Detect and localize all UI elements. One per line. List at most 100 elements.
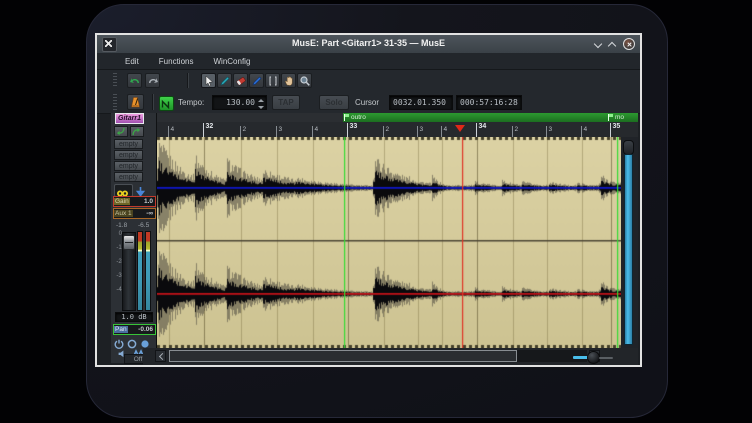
vu-meter-right <box>145 231 151 311</box>
part-list-item[interactable]: empty <box>114 150 143 160</box>
automation-mode-value: Off <box>134 356 143 363</box>
tap-button[interactable]: TAP <box>272 95 300 110</box>
marker-flag-icon[interactable] <box>344 114 345 121</box>
redo-button[interactable] <box>145 73 160 88</box>
cursor-time-field[interactable]: 000:57:16:28 <box>456 95 522 110</box>
wave-editor-window: MusE: Part <Gitarr1> 31-35 — MusE Edit F… <box>95 33 642 367</box>
part-list-item[interactable]: empty <box>114 172 143 182</box>
part-name: Gitarr1 <box>118 115 141 122</box>
volume-fader[interactable] <box>122 232 136 311</box>
ruler-beat-tick: 3 <box>417 126 423 137</box>
ruler-beat-tick: 3 <box>276 126 282 137</box>
menu-functions[interactable]: Functions <box>159 57 194 66</box>
ruler-beat-tick: 2 <box>512 126 518 137</box>
pan-hand-icon <box>283 75 295 87</box>
vscroll-track[interactable] <box>624 154 633 345</box>
part-list-label: empty <box>119 163 138 170</box>
fader-section: 0 -12 -24 -36 -48 <box>111 231 156 311</box>
part-list-label: empty <box>119 141 138 148</box>
cursor-time-value: 000:57:16:28 <box>460 98 518 107</box>
aux-send-control[interactable]: Aux 1 -∞ <box>113 208 156 219</box>
next-part-arrow-icon <box>132 127 142 136</box>
zoom-slider-track[interactable] <box>573 356 588 359</box>
gain-control[interactable]: Gain 1.0 <box>113 196 156 207</box>
route-down-button[interactable] <box>135 184 147 195</box>
record-button[interactable] <box>127 336 138 346</box>
prev-part-button[interactable] <box>114 126 128 137</box>
part-name-tab[interactable]: Gitarr1 <box>115 113 144 124</box>
horizontal-scroll-row <box>143 348 638 365</box>
cursor-bbt-field[interactable]: 0032.01.350 <box>389 95 453 110</box>
toolbar-separator <box>152 94 153 110</box>
line-draw-tool-button[interactable] <box>249 73 264 88</box>
peak-db-right: -6.5 <box>138 222 149 229</box>
scroll-left-icon[interactable] <box>155 350 166 362</box>
tempo-label: Tempo: <box>178 98 204 107</box>
window-title: MusE: Part <Gitarr1> 31-35 — MusE <box>97 38 640 48</box>
solo-dot-button[interactable] <box>140 336 151 346</box>
ruler-beat-tick: 4 <box>168 126 174 137</box>
pointer-tool-icon <box>203 75 215 87</box>
pointer-tool-button[interactable] <box>201 73 216 88</box>
vertical-scrollbar[interactable] <box>621 137 638 348</box>
solo-label: Solo <box>325 98 342 107</box>
wave-canvas-area[interactable] <box>156 137 622 348</box>
aux-value: -∞ <box>146 210 155 217</box>
line-tool-icon <box>251 75 263 87</box>
playhead-marker-icon[interactable] <box>455 125 465 137</box>
minimize-icon[interactable] <box>594 40 602 48</box>
ruler-beat-tick: 2 <box>240 126 246 137</box>
marker-flag-icon[interactable] <box>608 114 609 121</box>
zoom-glass-icon <box>299 75 311 87</box>
metronome-button[interactable] <box>127 94 144 110</box>
next-part-button[interactable] <box>130 126 144 137</box>
ruler-beat-tick: 4 <box>312 126 318 137</box>
gain-value: 1.0 <box>144 198 155 205</box>
pencil-tool-icon <box>219 75 231 87</box>
gain-label: Gain <box>114 198 130 205</box>
ruler[interactable]: 432234332343423435 <box>143 122 638 138</box>
zoom-slider-rest <box>599 357 613 359</box>
part-list-label: empty <box>119 174 138 181</box>
part-list-item[interactable]: empty <box>114 139 143 149</box>
ruler-bar-tick: 35 <box>610 123 620 137</box>
solo-button[interactable]: Solo <box>319 95 349 110</box>
marker-label: mo <box>615 114 624 121</box>
menu-edit[interactable]: Edit <box>125 57 139 66</box>
menu-bar: Edit Functions WinConfig <box>97 53 640 70</box>
power-button[interactable] <box>114 336 125 346</box>
aux-label: Aux 1 <box>114 210 133 217</box>
maximize-icon[interactable] <box>608 40 616 48</box>
tempo-master-button[interactable] <box>159 96 174 111</box>
tempo-master-icon <box>160 99 171 110</box>
ruler-bar-tick: 34 <box>476 123 486 137</box>
volume-db-display: 1.0 dB <box>115 312 153 322</box>
tempo-spinbox[interactable]: 130.00 <box>212 95 267 110</box>
toolbar-separator <box>187 73 188 88</box>
peak-db-left: -1.8 <box>116 222 127 229</box>
eraser-tool-icon <box>235 75 247 87</box>
desktop: MusE: Part <Gitarr1> 31-35 — MusE Edit F… <box>0 0 752 423</box>
vscroll-knob[interactable] <box>623 140 634 155</box>
toolbar-drag-handle[interactable] <box>113 73 117 88</box>
tempo-value: 130.00 <box>226 98 255 107</box>
pan-tool-button[interactable] <box>281 73 296 88</box>
wave-canvas[interactable] <box>157 137 622 348</box>
toolbar-drag-handle[interactable] <box>113 94 117 110</box>
pencil-tool-button[interactable] <box>217 73 232 88</box>
ruler-bar-tick: 32 <box>203 123 213 137</box>
title-bar[interactable]: MusE: Part <Gitarr1> 31-35 — MusE <box>97 35 640 54</box>
part-list-item[interactable]: empty <box>114 161 143 171</box>
undo-button[interactable] <box>127 73 142 88</box>
close-icon[interactable] <box>623 38 635 50</box>
ruler-bar-tick: 33 <box>347 123 357 137</box>
tap-label: TAP <box>278 98 293 107</box>
eraser-tool-button[interactable] <box>233 73 248 88</box>
menu-winconfig[interactable]: WinConfig <box>213 57 250 66</box>
pan-control[interactable]: Pan -0.06 <box>113 324 156 335</box>
hscroll-thumb[interactable] <box>169 350 517 362</box>
zoom-tool-button[interactable] <box>297 73 312 88</box>
fader-knob[interactable] <box>123 235 135 250</box>
spinbox-arrows-icon[interactable] <box>257 98 264 110</box>
range-tool-button[interactable] <box>265 73 280 88</box>
